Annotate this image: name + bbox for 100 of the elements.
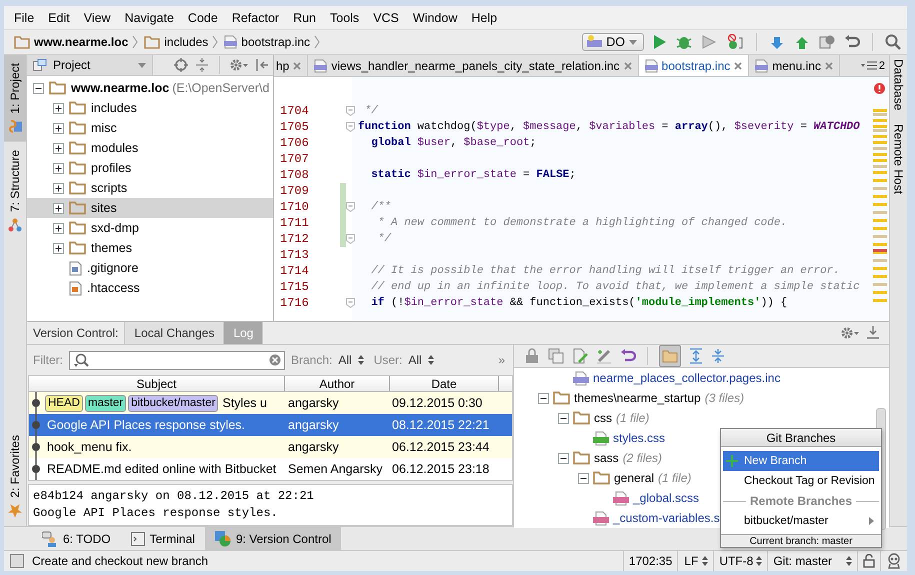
menu-item[interactable]: Help xyxy=(471,10,498,24)
arrow-up-icon[interactable] xyxy=(794,34,810,50)
expand-toggle-icon[interactable] xyxy=(53,202,64,214)
menu-item[interactable]: bitbucket/master xyxy=(723,511,879,531)
vcs-branch-selector[interactable]: Git: master xyxy=(767,551,857,571)
expand-toggle-icon[interactable] xyxy=(558,452,569,464)
tree-item[interactable]: sxd-dmp xyxy=(27,218,273,238)
editor-tab[interactable]: views_handler_nearme_panels_city_state_relation.inc xyxy=(308,55,639,76)
tool-window-tab[interactable]: 7: Structure xyxy=(4,142,26,240)
hide-icon[interactable] xyxy=(255,58,269,72)
tool-window-tab[interactable]: Remote Host xyxy=(890,120,907,204)
tree-item[interactable]: includes xyxy=(27,98,273,118)
tree-item[interactable]: scripts xyxy=(27,178,273,198)
close-icon[interactable] xyxy=(293,62,302,70)
expand-toggle-icon[interactable] xyxy=(53,222,64,234)
expand-toggle-icon[interactable] xyxy=(578,472,589,484)
close-icon[interactable] xyxy=(824,62,833,70)
breadcrumb[interactable]: bootstrap.inc xyxy=(224,35,310,49)
tool-window-button[interactable]: Terminal xyxy=(120,527,205,550)
hidden-tabs-button[interactable]: 2 xyxy=(856,55,889,76)
editor-tab[interactable]: menu.inc xyxy=(749,55,840,76)
settings-icon[interactable] xyxy=(841,326,859,340)
lock-icon[interactable] xyxy=(863,554,875,568)
expand-toggle-icon[interactable] xyxy=(558,412,569,424)
tool-window-tab[interactable]: Database xyxy=(890,55,907,120)
menu-item[interactable]: Navigate xyxy=(124,10,174,24)
expand-toggle-icon[interactable] xyxy=(53,182,64,194)
close-icon[interactable] xyxy=(624,62,632,70)
tool-windows-icon[interactable] xyxy=(10,554,24,568)
menu-item[interactable]: File xyxy=(14,10,34,24)
arrow-down-icon[interactable] xyxy=(769,34,785,50)
tree-item[interactable]: .htaccess xyxy=(27,278,273,298)
file-link[interactable]: nearme_places_collector.pages.inc xyxy=(593,371,780,385)
undo-icon[interactable] xyxy=(844,34,860,50)
file-link[interactable]: _global.scss xyxy=(633,491,700,505)
column-header[interactable]: Date xyxy=(390,376,499,391)
encoding-selector[interactable]: UTF-8 xyxy=(713,551,768,571)
run-icon[interactable] xyxy=(653,34,667,50)
user-filter-dropdown[interactable]: All xyxy=(408,353,434,367)
panel-tab[interactable]: Local Changes xyxy=(125,322,224,344)
tool-window-tab[interactable]: 1: Project xyxy=(4,55,26,142)
copy-icon[interactable] xyxy=(548,348,564,364)
tree-item[interactable]: modules xyxy=(27,138,273,158)
commit-row[interactable]: Google API Places response styles. angarsky 08.12.2015 22:21 xyxy=(29,414,512,436)
breadcrumb[interactable]: www.nearme.loc xyxy=(14,35,128,49)
tree-item[interactable]: themes xyxy=(27,238,273,258)
menu-item[interactable]: Code xyxy=(188,10,218,24)
bug-icon[interactable] xyxy=(676,34,692,50)
editor-tab[interactable]: hp xyxy=(274,55,308,76)
tree-item[interactable]: profiles xyxy=(27,158,273,178)
column-header[interactable]: Author xyxy=(285,376,390,391)
undo-icon[interactable] xyxy=(620,348,636,364)
fold-marker-icon[interactable] xyxy=(346,202,355,212)
expand-toggle-icon[interactable] xyxy=(538,392,549,404)
menu-item[interactable]: VCS xyxy=(373,10,399,24)
fold-marker-icon[interactable] xyxy=(346,298,355,308)
fold-marker-icon[interactable] xyxy=(346,106,355,116)
collapse-icon[interactable] xyxy=(195,58,210,72)
settings-icon[interactable] xyxy=(230,58,248,72)
expand-toggle-icon[interactable] xyxy=(53,122,64,134)
expand-toggle-icon[interactable] xyxy=(53,242,64,254)
locate-icon[interactable] xyxy=(174,58,188,72)
search-icon[interactable] xyxy=(885,34,901,50)
file-link[interactable]: _custom-variables.s xyxy=(613,511,720,525)
tool-window-button[interactable]: 6: TODO xyxy=(32,527,121,550)
breadcrumb[interactable]: includes xyxy=(144,35,208,49)
more-button[interactable]: » xyxy=(498,353,505,367)
tree-item[interactable]: misc xyxy=(27,118,273,138)
commit-row[interactable]: hook_menu fix. angarsky 06.12.2015 23:44 xyxy=(29,436,512,458)
menu-item[interactable]: Checkout Tag or Revision xyxy=(723,471,879,491)
filter-field[interactable] xyxy=(69,350,285,370)
expand-toggle-icon[interactable] xyxy=(33,82,44,94)
group-by-folder-icon[interactable] xyxy=(662,348,678,364)
coverage-icon[interactable] xyxy=(701,34,717,50)
expand-toggle-icon[interactable] xyxy=(53,102,64,114)
fold-marker-icon[interactable] xyxy=(346,122,355,132)
tool-window-tab[interactable]: 2: Favorites xyxy=(4,427,26,526)
updown-icon[interactable] xyxy=(702,556,708,566)
line-separator-selector[interactable]: LF xyxy=(683,553,700,569)
expand-all-icon[interactable] xyxy=(689,348,703,364)
tree-item[interactable]: www.nearme.loc (E:\OpenServer\d xyxy=(27,78,273,98)
menu-item[interactable]: View xyxy=(84,10,111,24)
expand-toggle-icon[interactable] xyxy=(53,142,64,154)
caret-position[interactable]: 1702:35 xyxy=(622,551,678,571)
column-header[interactable]: Subject xyxy=(29,376,285,391)
editor-tab[interactable]: bootstrap.inc xyxy=(638,55,750,76)
branch-filter-dropdown[interactable]: All xyxy=(338,353,364,367)
edit-file-icon[interactable] xyxy=(572,348,588,364)
collapse-all-icon[interactable] xyxy=(711,348,725,364)
commit-row[interactable]: HEAD master bitbucket/master Styles u angarsky 09.12.2015 0:30 xyxy=(29,392,512,414)
menu-item[interactable]: Run xyxy=(293,10,316,24)
menu-item[interactable]: Refactor xyxy=(232,10,280,24)
menu-item[interactable]: Window xyxy=(412,10,458,24)
file-link[interactable]: styles.css xyxy=(613,431,666,445)
run-configuration-dropdown[interactable]: DO xyxy=(582,33,644,51)
view-dropdown[interactable]: Project xyxy=(27,55,154,75)
menu-item[interactable]: Tools xyxy=(330,10,360,24)
tree-item[interactable]: sites xyxy=(27,198,273,218)
close-icon[interactable] xyxy=(734,62,742,70)
clear-icon[interactable] xyxy=(269,354,281,366)
